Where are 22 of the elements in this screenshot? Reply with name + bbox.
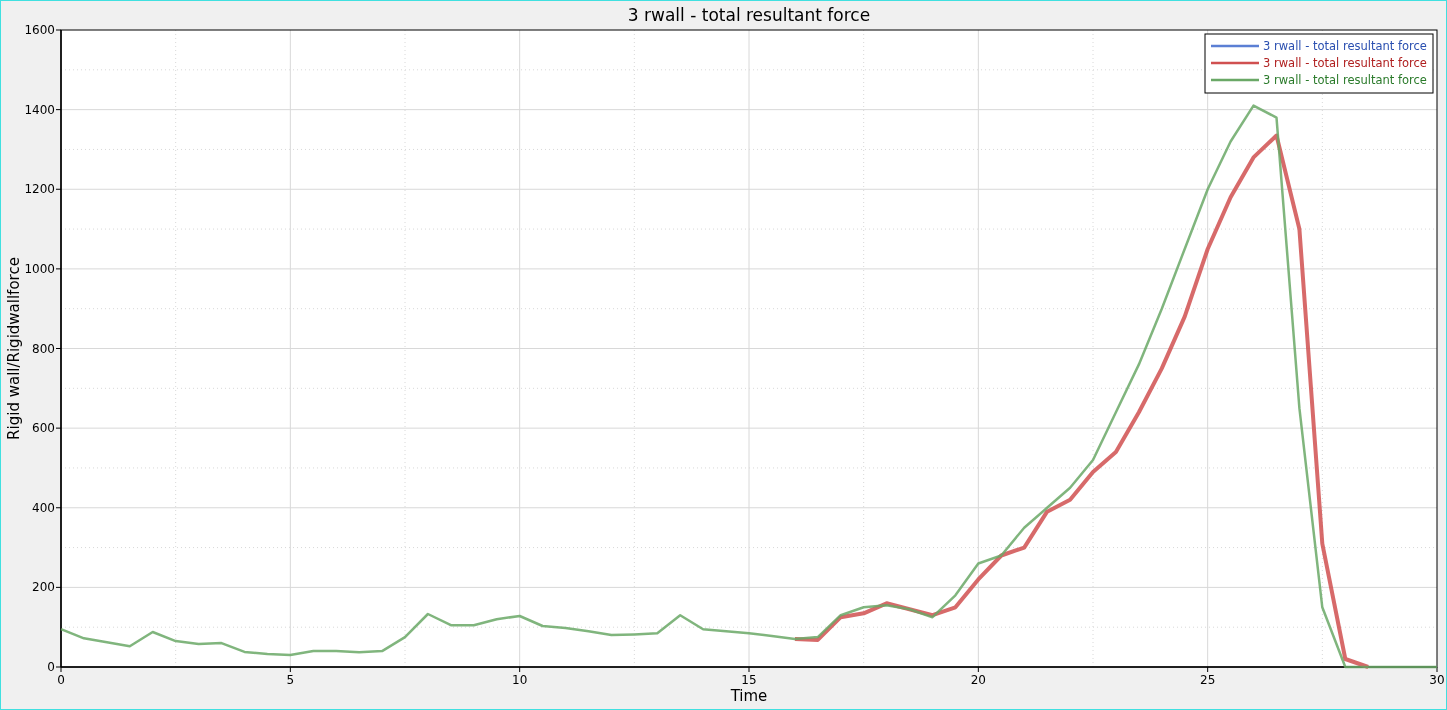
tick-label: 15 (741, 673, 757, 687)
tick-label: 5 (286, 673, 295, 687)
tick-label: 400 (32, 500, 55, 515)
tick-label: 1400 (24, 102, 55, 117)
tick-label: 1600 (24, 23, 55, 37)
tick-label: 1200 (24, 182, 55, 197)
legend-label: 3 rwall - total resultant force (1263, 73, 1427, 87)
tick-label: 20 (970, 673, 986, 687)
tick-label: 1000 (24, 261, 55, 276)
tick-label: 25 (1200, 673, 1216, 687)
tick-label: 200 (32, 580, 55, 595)
tick-label: 30 (1429, 673, 1445, 687)
chart-title: 3 rwall - total resultant force (627, 5, 871, 25)
tick-label: 0 (47, 660, 55, 674)
legend-label: 3 rwall - total resultant force (1263, 39, 1427, 53)
legend-label: 3 rwall - total resultant force (1263, 56, 1427, 70)
y-axis-label: Rigid wall/Rigidwallforce (5, 257, 23, 440)
tick-label: 800 (32, 341, 55, 356)
tick-label: 600 (32, 421, 55, 436)
tick-label: 10 (512, 673, 528, 687)
tick-label: 0 (57, 673, 65, 687)
x-axis-label: Time (730, 687, 768, 705)
